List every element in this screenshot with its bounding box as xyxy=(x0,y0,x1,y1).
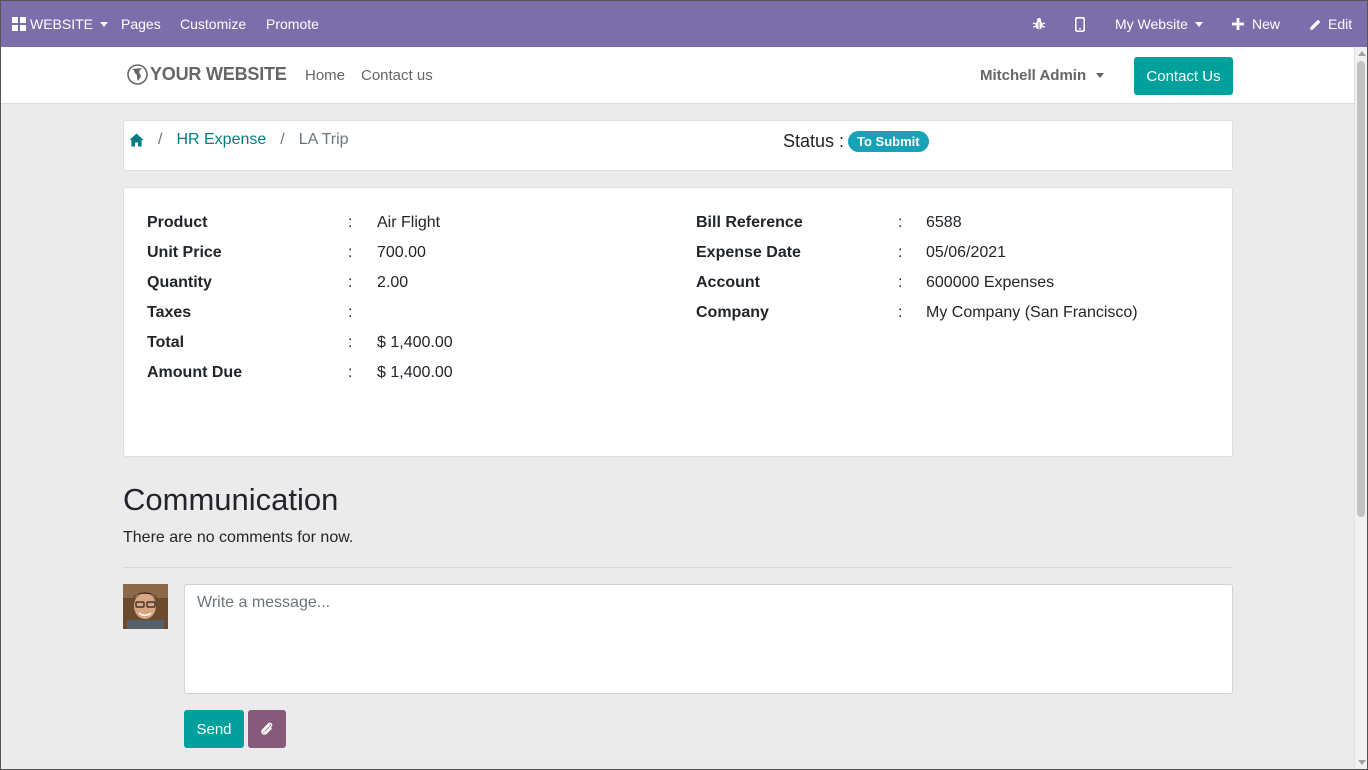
communication-title: Communication xyxy=(123,482,339,517)
field-expense-date: Expense Date : 05/06/2021 xyxy=(696,244,1006,262)
field-bill-reference: Bill Reference : 6588 xyxy=(696,214,962,232)
message-input[interactable] xyxy=(184,584,1233,694)
page-scrollbar[interactable] xyxy=(1354,47,1367,769)
admin-top-bar: WEBSITE Pages Customize Promote My Websi… xyxy=(1,1,1367,47)
field-value: 700.00 xyxy=(377,244,426,261)
field-label: Product xyxy=(147,214,208,231)
menu-pages[interactable]: Pages xyxy=(121,1,161,47)
nav-home[interactable]: Home xyxy=(305,67,345,84)
website-apps-menu[interactable]: WEBSITE xyxy=(12,1,109,47)
menu-promote[interactable]: Promote xyxy=(266,1,319,47)
mobile-phone-icon xyxy=(1075,16,1085,32)
field-label: Expense Date xyxy=(696,244,801,261)
field-value: $ 1,400.00 xyxy=(377,334,453,351)
edit-button[interactable]: Edit xyxy=(1309,1,1352,47)
breadcrumb-separator: / xyxy=(158,131,163,148)
field-colon: : xyxy=(348,244,353,261)
plus-icon xyxy=(1232,18,1244,30)
breadcrumb: / HR Expense / LA Trip xyxy=(129,131,349,149)
field-colon: : xyxy=(898,274,903,291)
field-label: Quantity xyxy=(147,274,212,291)
breadcrumb-card: / HR Expense / LA Trip Status : To Submi… xyxy=(123,120,1233,171)
field-amount-due: Amount Due : $ 1,400.00 xyxy=(147,364,453,382)
site-selector[interactable]: My Website xyxy=(1115,1,1203,47)
site-header: YOUR WEBSITE Home Contact us Mitchell Ad… xyxy=(1,47,1354,104)
breadcrumb-hr-expense[interactable]: HR Expense xyxy=(176,131,266,149)
field-label: Total xyxy=(147,334,185,351)
field-colon: : xyxy=(898,214,903,231)
field-value: My Company (San Francisco) xyxy=(926,304,1138,321)
field-label: Amount Due xyxy=(147,364,243,381)
field-product: Product : Air Flight xyxy=(147,214,440,232)
user-name: Mitchell Admin xyxy=(980,67,1087,84)
site-selector-label: My Website xyxy=(1115,16,1188,32)
field-quantity: Quantity : 2.00 xyxy=(147,274,408,292)
paperclip-icon xyxy=(261,722,273,735)
status-indicator: Status : To Submit xyxy=(783,131,929,152)
contact-us-button[interactable]: Contact Us xyxy=(1134,57,1233,95)
send-button[interactable]: Send xyxy=(184,710,244,748)
field-company: Company : My Company (San Francisco) xyxy=(696,304,1138,322)
mobile-preview-button[interactable] xyxy=(1075,1,1085,47)
new-label: New xyxy=(1252,16,1281,32)
field-account: Account : 600000 Expenses xyxy=(696,274,1054,292)
field-label: Company xyxy=(696,304,769,321)
field-label: Bill Reference xyxy=(696,214,803,231)
apps-grid-icon xyxy=(12,17,26,31)
attach-file-button[interactable] xyxy=(248,710,286,748)
menu-customize[interactable]: Customize xyxy=(180,1,246,47)
field-taxes: Taxes : xyxy=(147,304,352,322)
expense-details-card: Product : Air Flight Unit Price : 700.00… xyxy=(123,187,1233,457)
field-value: 600000 Expenses xyxy=(926,274,1055,291)
field-label: Unit Price xyxy=(147,244,222,261)
nav-contact-us[interactable]: Contact us xyxy=(361,67,433,84)
chevron-down-icon xyxy=(1194,21,1203,27)
website-menu-label: WEBSITE xyxy=(30,16,94,32)
new-content-button[interactable]: New xyxy=(1232,1,1280,47)
edit-label: Edit xyxy=(1328,16,1353,32)
pencil-icon xyxy=(1310,19,1321,30)
avatar xyxy=(123,584,168,629)
field-colon: : xyxy=(348,334,353,351)
status-label: Status : xyxy=(783,131,845,151)
field-colon: : xyxy=(348,304,353,321)
field-value: Air Flight xyxy=(377,214,441,231)
field-colon: : xyxy=(348,364,353,381)
field-value: 6588 xyxy=(926,214,962,231)
scrollbar-thumb[interactable] xyxy=(1357,61,1365,517)
field-label: Taxes xyxy=(147,304,192,321)
breadcrumb-separator: / xyxy=(280,131,285,148)
chevron-down-icon xyxy=(1096,73,1105,78)
divider xyxy=(123,567,1233,568)
no-comments-text: There are no comments for now. xyxy=(123,529,354,546)
chevron-down-icon xyxy=(100,21,109,27)
globe-icon xyxy=(127,64,148,85)
field-total: Total : $ 1,400.00 xyxy=(147,334,453,352)
scroll-up-icon[interactable] xyxy=(1358,51,1366,56)
field-value: $ 1,400.00 xyxy=(377,364,453,381)
status-badge: To Submit xyxy=(848,131,929,152)
field-value: 05/06/2021 xyxy=(926,244,1007,261)
debug-button[interactable] xyxy=(1032,1,1046,47)
logo-text: YOUR WEBSITE xyxy=(150,64,287,84)
field-label: Account xyxy=(696,274,760,291)
field-colon: : xyxy=(348,274,353,291)
field-value: 2.00 xyxy=(377,274,409,291)
scroll-down-icon[interactable] xyxy=(1358,760,1366,765)
field-colon: : xyxy=(898,304,903,321)
breadcrumb-current: LA Trip xyxy=(298,131,349,148)
user-menu[interactable]: Mitchell Admin xyxy=(980,67,1105,84)
field-colon: : xyxy=(898,244,903,261)
bug-icon xyxy=(1032,18,1046,30)
home-icon[interactable] xyxy=(129,133,144,147)
site-logo[interactable]: YOUR WEBSITE xyxy=(127,64,287,85)
field-unit-price: Unit Price : 700.00 xyxy=(147,244,426,262)
field-colon: : xyxy=(348,214,353,231)
